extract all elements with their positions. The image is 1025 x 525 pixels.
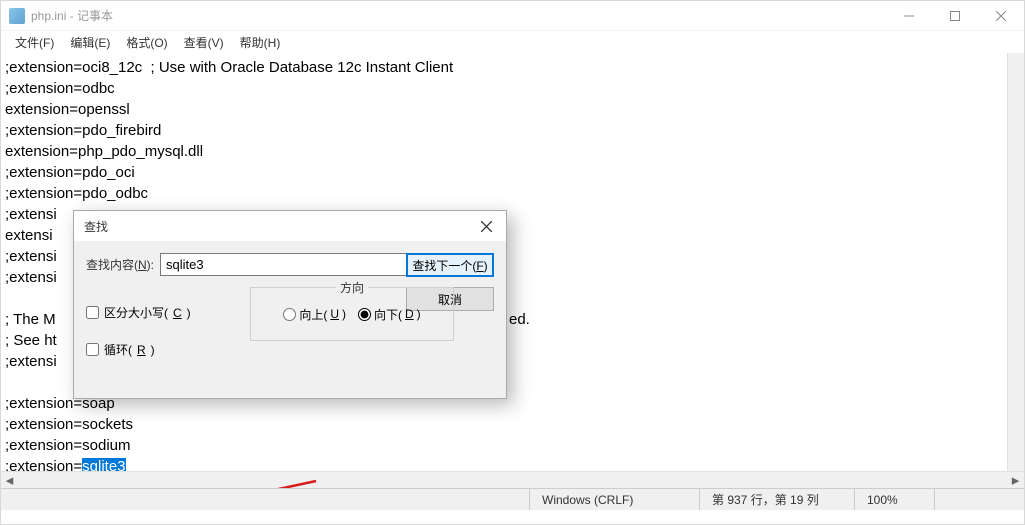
editor-line: extension=openssl xyxy=(5,99,1020,120)
scroll-left-icon[interactable]: ◂ xyxy=(1,472,18,489)
direction-legend: 方向 xyxy=(336,279,368,296)
editor-line: ;extension=pdo_oci xyxy=(5,162,1020,183)
find-dialog-title: 查找 xyxy=(84,218,472,235)
menu-help[interactable]: 帮助(H) xyxy=(232,32,289,53)
direction-group: 方向 向上(U) 向下(D) xyxy=(250,287,454,341)
editor-line: ;extension=pdo_firebird xyxy=(5,120,1020,141)
menu-bar: 文件(F) 编辑(E) 格式(O) 查看(V) 帮助(H) xyxy=(1,31,1024,53)
horizontal-scrollbar[interactable]: ◂ ▸ xyxy=(1,471,1024,488)
editor-line: ;extension=sockets xyxy=(5,414,1020,435)
minimize-button[interactable] xyxy=(886,1,932,31)
vertical-scrollbar[interactable] xyxy=(1007,53,1024,471)
maximize-button[interactable] xyxy=(932,1,978,31)
menu-format[interactable]: 格式(O) xyxy=(118,32,175,53)
editor-line: ;extension=oci8_12c ; Use with Oracle Da… xyxy=(5,57,1020,78)
scrollbar-track[interactable] xyxy=(18,472,1007,489)
checkbox-wrap[interactable]: 循环(R) xyxy=(86,341,494,358)
window-title: php.ini - 记事本 xyxy=(31,7,886,24)
find-dialog-titlebar[interactable]: 查找 xyxy=(74,211,506,241)
find-close-button[interactable] xyxy=(472,215,500,237)
find-next-button[interactable]: 查找下一个(F) xyxy=(406,253,494,277)
window-titlebar: php.ini - 记事本 xyxy=(1,1,1024,31)
notepad-icon xyxy=(9,8,25,24)
window-controls xyxy=(886,1,1024,31)
editor-line: ;extension=pdo_odbc xyxy=(5,183,1020,204)
close-button[interactable] xyxy=(978,1,1024,31)
menu-view[interactable]: 查看(V) xyxy=(176,32,232,53)
find-label: 查找内容(N): xyxy=(86,256,154,273)
status-bar: Windows (CRLF) 第 937 行，第 19 列 100% xyxy=(1,488,1024,510)
editor-line: extension=php_pdo_mysql.dll xyxy=(5,141,1020,162)
status-encoding: Windows (CRLF) xyxy=(529,489,699,510)
scroll-right-icon[interactable]: ▸ xyxy=(1007,472,1024,489)
radio-down[interactable]: 向下(D) xyxy=(358,306,421,323)
menu-edit[interactable]: 编辑(E) xyxy=(62,32,118,53)
editor-line: ;extension=odbc xyxy=(5,78,1020,99)
radio-up[interactable]: 向上(U) xyxy=(283,306,346,323)
editor-line: ;extension=sodium xyxy=(5,435,1020,456)
menu-file[interactable]: 文件(F) xyxy=(7,32,62,53)
status-position: 第 937 行，第 19 列 xyxy=(699,489,854,510)
status-zoom: 100% xyxy=(854,489,934,510)
find-dialog: 查找 查找内容(N): 查找下一个(F) 取消 方向 向上(U) 向下(D) 区… xyxy=(73,210,507,399)
status-empty xyxy=(934,489,1024,510)
text-fragment: ed. xyxy=(509,311,530,328)
